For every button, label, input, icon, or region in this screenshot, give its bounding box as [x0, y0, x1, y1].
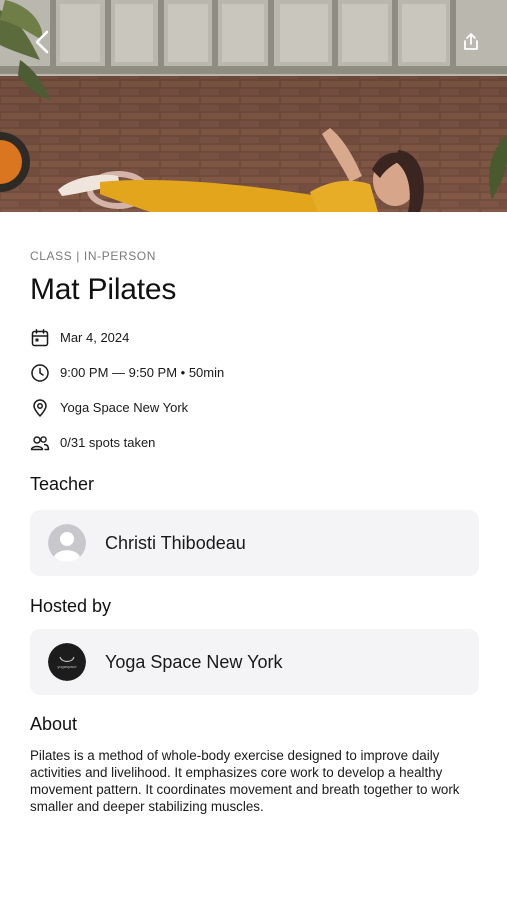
back-button[interactable]: [24, 24, 60, 60]
share-icon: [464, 33, 478, 50]
teacher-avatar: [48, 524, 86, 562]
location-row[interactable]: Yoga Space New York: [30, 390, 479, 425]
spots-row: 0/31 spots taken: [30, 425, 479, 460]
hosted-by-section-title: Hosted by: [30, 596, 112, 616]
user-placeholder-icon: [48, 524, 86, 562]
about-description: Pilates is a method of whole-body exerci…: [30, 748, 460, 814]
map-pin-icon: [30, 398, 50, 418]
about-section-title: About: [30, 714, 78, 734]
event-time: 9:00 PM — 9:50 PM • 50min: [60, 365, 225, 380]
event-date: Mar 4, 2024: [60, 330, 130, 345]
yoga-space-logo: yogaspace: [48, 643, 86, 681]
page-title: Mat Pilates: [30, 273, 177, 306]
share-button[interactable]: [453, 24, 489, 60]
hero-image: [0, 0, 507, 212]
teacher-name: Christi Thibodeau: [105, 532, 246, 553]
event-location: Yoga Space New York: [60, 400, 189, 415]
clock-icon: [30, 363, 50, 383]
event-type-label: CLASS | IN-PERSON: [30, 249, 157, 263]
spots-taken: 0/31 spots taken: [60, 435, 156, 450]
teacher-card[interactable]: Christi Thibodeau: [30, 510, 479, 576]
people-icon: [30, 433, 50, 453]
event-meta: Mar 4, 2024 9:00 PM — 9:50 PM • 50min Yo…: [30, 320, 479, 460]
host-card[interactable]: yogaspace Yoga Space New York: [30, 629, 479, 695]
teacher-section-title: Teacher: [30, 474, 95, 494]
date-row: Mar 4, 2024: [30, 320, 479, 355]
time-row: 9:00 PM — 9:50 PM • 50min: [30, 355, 479, 390]
calendar-icon: [30, 328, 50, 348]
event-details: CLASS | IN-PERSON Mat Pilates Mar 4, 202…: [30, 212, 479, 815]
host-logo: yogaspace: [48, 643, 86, 681]
class-photo: [0, 0, 507, 212]
chevron-left-icon: [35, 30, 49, 54]
svg-text:yogaspace: yogaspace: [57, 664, 77, 669]
host-name: Yoga Space New York: [105, 651, 283, 672]
